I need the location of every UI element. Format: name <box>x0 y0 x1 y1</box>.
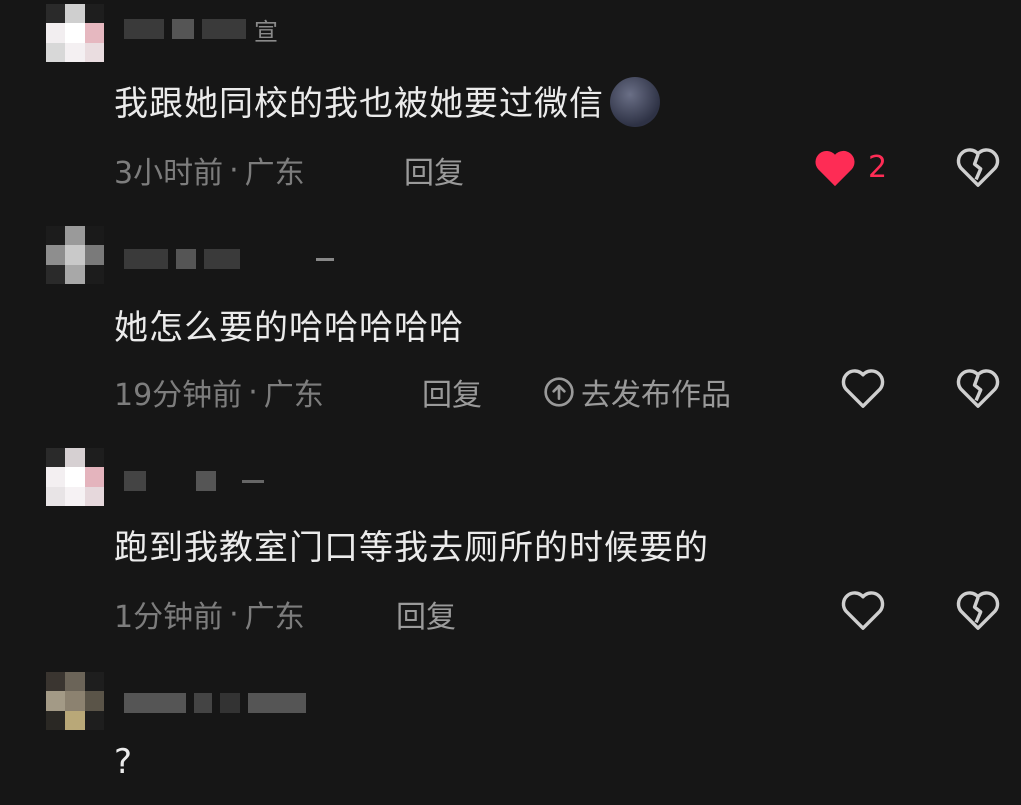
username-fragment: 宣 <box>254 17 278 46</box>
dislike-button[interactable] <box>955 366 1001 410</box>
avatar[interactable] <box>46 448 104 506</box>
comment-text: 她怎么要的哈哈哈哈哈 <box>114 308 464 348</box>
comment-text: 我跟她同校的我也被她要过微信 <box>114 76 660 131</box>
comment-meta: 19分钟前 · 广东 <box>114 370 324 414</box>
avatar[interactable] <box>46 226 104 284</box>
broken-heart-icon <box>955 366 1001 410</box>
heart-filled-icon <box>812 146 858 188</box>
reply-button[interactable]: 回复 <box>422 370 482 414</box>
like-count: 2 <box>868 149 888 185</box>
username[interactable]: 宣 <box>124 18 278 46</box>
comment-time: 1分钟前 <box>114 600 224 635</box>
comment-location: 广东 <box>244 156 305 191</box>
reply-button[interactable]: 回复 <box>396 592 456 636</box>
comment-time: 3小时前 <box>114 156 224 191</box>
new-moon-face-emoji <box>610 76 660 127</box>
username[interactable] <box>124 248 334 270</box>
publish-work-button[interactable]: 去发布作品 <box>543 370 731 414</box>
username[interactable] <box>124 692 306 714</box>
publish-label: 去发布作品 <box>581 378 731 413</box>
broken-heart-icon <box>955 145 1001 189</box>
like-button[interactable] <box>840 366 886 410</box>
heart-outline-icon <box>840 366 886 410</box>
comment-text: 跑到我教室门口等我去厕所的时候要的 <box>114 528 709 568</box>
comment-text: ? <box>114 742 134 782</box>
broken-heart-icon <box>955 588 1001 632</box>
comment-meta: 3小时前 · 广东 <box>114 148 305 192</box>
like-button[interactable] <box>840 588 886 632</box>
comment-time: 19分钟前 <box>114 378 243 413</box>
username[interactable] <box>124 470 264 492</box>
dislike-button[interactable] <box>955 588 1001 632</box>
heart-outline-icon <box>840 588 886 632</box>
dislike-button[interactable] <box>955 145 1001 189</box>
like-button[interactable]: 2 <box>812 146 887 188</box>
comment-meta: 1分钟前 · 广东 <box>114 592 305 636</box>
reply-button[interactable]: 回复 <box>404 148 464 192</box>
comment-location: 广东 <box>244 600 305 635</box>
comment-location: 广东 <box>263 378 324 413</box>
upload-circle-icon <box>543 376 575 408</box>
avatar[interactable] <box>46 4 104 62</box>
avatar[interactable] <box>46 672 104 730</box>
